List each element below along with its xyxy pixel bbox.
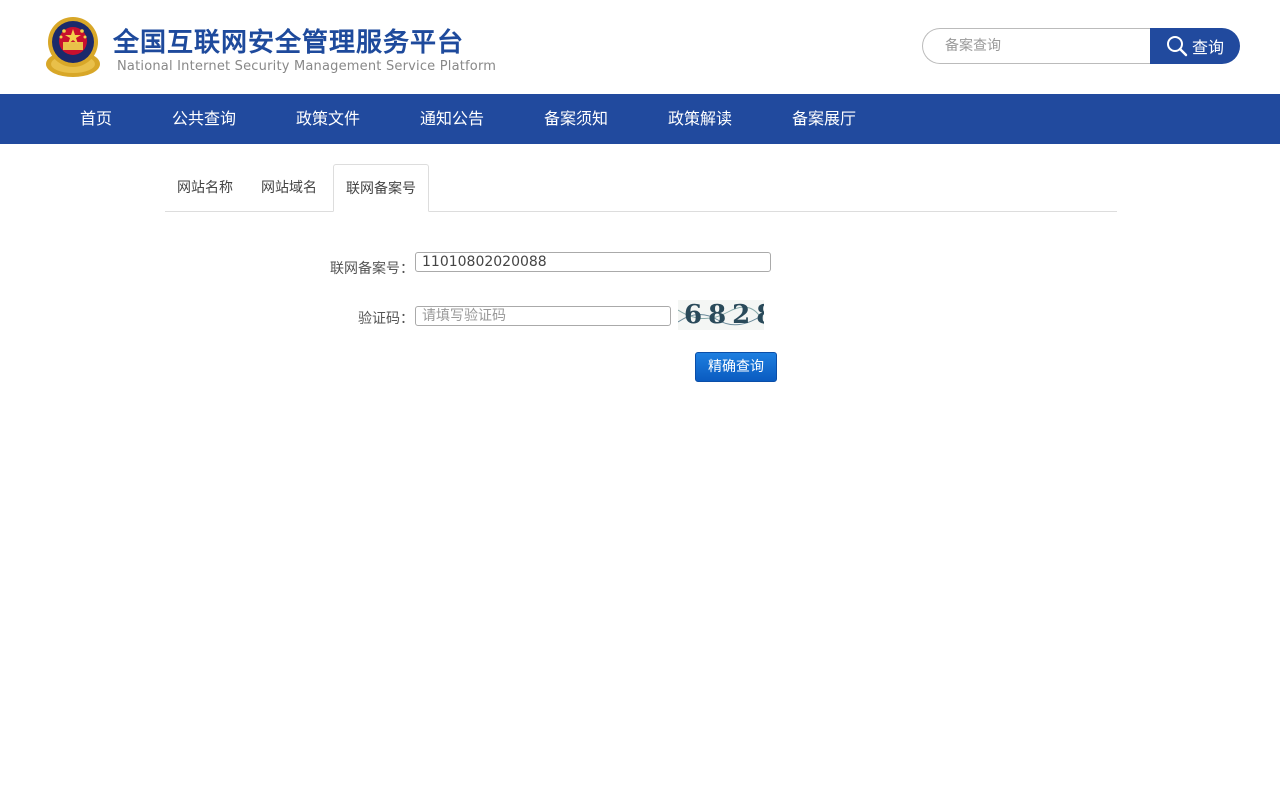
search-button[interactable]: 查询	[1150, 28, 1240, 64]
tab-record-number[interactable]: 联网备案号	[333, 164, 429, 212]
search-icon	[1166, 36, 1188, 57]
captcha-text: 6828	[684, 300, 764, 330]
search-box: 查询	[922, 28, 1240, 64]
captcha-input[interactable]	[415, 306, 671, 326]
query-tabs: 网站名称 网站域名 联网备案号	[165, 164, 1117, 212]
search-button-label: 查询	[1191, 38, 1224, 57]
record-number-label: 联网备案号：	[330, 261, 414, 277]
site-title: 全国互联网安全管理服务平台	[113, 28, 465, 58]
police-emblem-icon[interactable]	[44, 14, 102, 78]
captcha-label: 验证码：	[358, 311, 414, 327]
site-header: 全国互联网安全管理服务平台 National Internet Security…	[0, 0, 1280, 94]
nav-item-home[interactable]: 首页	[80, 94, 112, 144]
captcha-image[interactable]: 6828	[678, 300, 764, 330]
site-subtitle: National Internet Security Management Se…	[117, 59, 497, 74]
main-nav: 首页 公共查询 政策文件 通知公告 备案须知 政策解读 备案展厅	[0, 94, 1280, 144]
nav-item-policy-interpretation[interactable]: 政策解读	[668, 94, 732, 144]
nav-item-notices[interactable]: 通知公告	[420, 94, 484, 144]
search-input[interactable]	[922, 28, 1162, 64]
exact-query-button[interactable]: 精确查询	[695, 352, 777, 382]
tab-site-name[interactable]: 网站名称	[177, 164, 233, 212]
tab-site-domain[interactable]: 网站域名	[261, 164, 317, 212]
record-number-input[interactable]	[415, 252, 771, 272]
nav-item-policy-documents[interactable]: 政策文件	[296, 94, 360, 144]
nav-item-filing-guide[interactable]: 备案须知	[544, 94, 608, 144]
nav-item-filing-hall[interactable]: 备案展厅	[792, 94, 856, 144]
nav-item-public-query[interactable]: 公共查询	[172, 94, 236, 144]
